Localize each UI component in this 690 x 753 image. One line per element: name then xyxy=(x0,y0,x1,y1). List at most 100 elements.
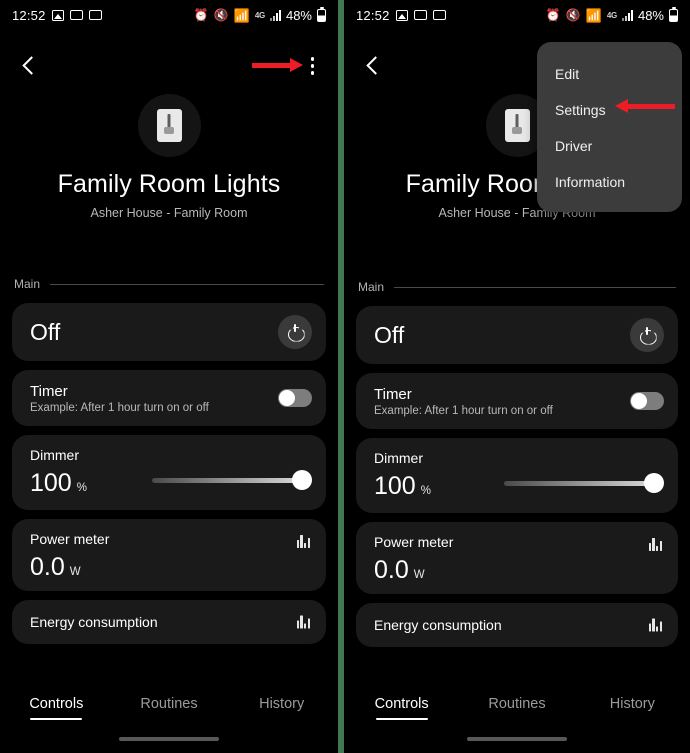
tab-controls-label: Controls xyxy=(374,696,429,712)
tab-controls[interactable]: Controls xyxy=(344,696,459,720)
arrow-shaft xyxy=(252,63,292,68)
device-location-label: Asher House - Family Room xyxy=(90,206,248,220)
dimmer-title: Dimmer xyxy=(374,450,423,466)
energy-consumption-title: Energy consumption xyxy=(30,614,158,630)
timer-toggle-switch[interactable] xyxy=(630,392,664,410)
power-meter-unit: W xyxy=(69,566,81,578)
bar-chart-icon[interactable] xyxy=(648,618,662,632)
tab-controls-label: Controls xyxy=(29,696,84,712)
device-header: Family Room Lights Asher House - Family … xyxy=(0,86,338,220)
network-4g-icon: 4G xyxy=(606,10,617,20)
card-dimmer[interactable]: Dimmer 100 % xyxy=(12,435,326,510)
tab-routines-label: Routines xyxy=(140,696,198,712)
screen-cast-icon xyxy=(432,10,446,20)
panel-right-menu-open: 12:52 ⏰ 🔇 📶 4G 48% Family Room Lights As… xyxy=(344,0,690,753)
tab-history-label: History xyxy=(609,696,655,712)
overflow-dropdown-menu: Edit Settings Driver Information xyxy=(537,42,682,212)
page-title: Family Room Lights xyxy=(57,170,281,198)
status-bar: 12:52 ⏰ 🔇 📶 4G 48% xyxy=(0,0,338,30)
timer-title: Timer xyxy=(30,382,68,400)
battery-icon xyxy=(669,6,678,22)
status-bar: 12:52 ⏰ 🔇 📶 4G 48% xyxy=(344,0,690,30)
card-power-state[interactable]: Off xyxy=(12,303,326,361)
dimmer-slider-track xyxy=(152,478,300,483)
status-bar-right: ⏰ 🔇 📶 4G 48% xyxy=(545,6,678,23)
menu-item-information[interactable]: Information xyxy=(537,164,682,200)
tab-routines[interactable]: Routines xyxy=(459,696,574,720)
device-avatar xyxy=(137,94,201,157)
panel-left-device-detail: 12:52 ⏰ 🔇 📶 4G 48% Family Room Lights As… xyxy=(0,0,338,753)
toggle-knob xyxy=(279,390,295,406)
toggle-knob xyxy=(631,393,647,409)
tab-history[interactable]: History xyxy=(225,696,338,720)
card-energy-consumption[interactable]: Energy consumption xyxy=(12,600,326,644)
dimmer-unit: % xyxy=(420,485,431,497)
light-switch-icon xyxy=(156,109,182,142)
card-dimmer[interactable]: Dimmer 100 % xyxy=(356,438,678,513)
timer-toggle-switch[interactable] xyxy=(278,389,312,407)
tab-history[interactable]: History xyxy=(575,696,690,720)
power-meter-value-row: 0.0 W xyxy=(374,558,660,583)
power-meter-unit: W xyxy=(413,569,425,581)
home-indicator[interactable] xyxy=(467,737,567,741)
section-label: Main xyxy=(358,280,385,294)
bar-chart-icon[interactable] xyxy=(296,535,310,548)
annotation-arrow-to-overflow-menu xyxy=(252,58,303,72)
tab-active-indicator xyxy=(375,717,428,720)
energy-consumption-title: Energy consumption xyxy=(374,617,502,633)
screen-cast-icon xyxy=(88,10,102,20)
menu-item-driver[interactable]: Driver xyxy=(537,128,682,164)
power-state-label: Off xyxy=(30,318,61,345)
tab-routines[interactable]: Routines xyxy=(113,696,226,720)
section-divider xyxy=(394,286,676,288)
dimmer-slider-track xyxy=(504,481,652,486)
card-power-state[interactable]: Off xyxy=(356,306,678,364)
dimmer-slider[interactable] xyxy=(152,470,312,490)
dimmer-slider-thumb[interactable] xyxy=(292,470,312,490)
tab-controls[interactable]: Controls xyxy=(0,696,113,720)
bar-chart-icon[interactable] xyxy=(296,615,310,629)
timer-title: Timer xyxy=(374,385,412,403)
dimmer-title: Dimmer xyxy=(30,447,79,463)
alarm-icon: ⏰ xyxy=(545,8,561,22)
screen-cast-icon xyxy=(69,10,83,20)
mute-icon: 🔇 xyxy=(565,8,581,22)
home-indicator[interactable] xyxy=(119,737,219,741)
wifi-icon: 📶 xyxy=(233,7,250,23)
mute-icon: 🔇 xyxy=(213,8,229,22)
gallery-icon xyxy=(395,9,408,21)
controls-card-list: Off Timer Example: After 1 hour turn on … xyxy=(344,306,690,656)
bar-chart-icon[interactable] xyxy=(648,538,662,551)
arrow-shaft xyxy=(626,104,675,109)
controls-card-list: Off Timer Example: After 1 hour turn on … xyxy=(0,303,338,653)
gallery-icon xyxy=(51,9,64,21)
card-timer[interactable]: Timer Example: After 1 hour turn on or o… xyxy=(356,373,678,429)
bottom-tab-bar: Controls Routines History xyxy=(344,696,690,720)
bottom-tab-bar: Controls Routines History xyxy=(0,696,338,720)
card-power-meter[interactable]: Power meter 0.0 W xyxy=(12,519,326,591)
dimmer-value: 100 xyxy=(374,472,416,500)
back-icon[interactable] xyxy=(18,55,40,77)
card-energy-consumption[interactable]: Energy consumption xyxy=(356,603,678,647)
power-toggle-button[interactable] xyxy=(630,318,664,352)
dimmer-value: 100 xyxy=(30,469,72,497)
menu-item-edit[interactable]: Edit xyxy=(537,56,682,92)
dimmer-slider[interactable] xyxy=(504,473,664,493)
annotation-arrow-to-settings xyxy=(615,99,675,113)
back-icon[interactable] xyxy=(362,55,384,77)
power-meter-title: Power meter xyxy=(30,531,110,547)
card-power-meter[interactable]: Power meter 0.0 W xyxy=(356,522,678,594)
wifi-icon: 📶 xyxy=(585,7,602,23)
section-header-main: Main xyxy=(344,280,690,294)
tab-history-label: History xyxy=(259,696,305,712)
dimmer-slider-thumb[interactable] xyxy=(644,473,664,493)
dimmer-unit: % xyxy=(76,482,87,494)
power-toggle-button[interactable] xyxy=(278,315,312,349)
power-meter-title: Power meter xyxy=(374,534,454,550)
card-timer[interactable]: Timer Example: After 1 hour turn on or o… xyxy=(12,370,326,426)
arrow-head xyxy=(290,58,303,72)
overflow-menu-icon[interactable] xyxy=(305,53,321,79)
tab-active-indicator xyxy=(30,717,83,720)
status-time: 12:52 xyxy=(356,7,390,23)
section-label: Main xyxy=(14,277,41,291)
